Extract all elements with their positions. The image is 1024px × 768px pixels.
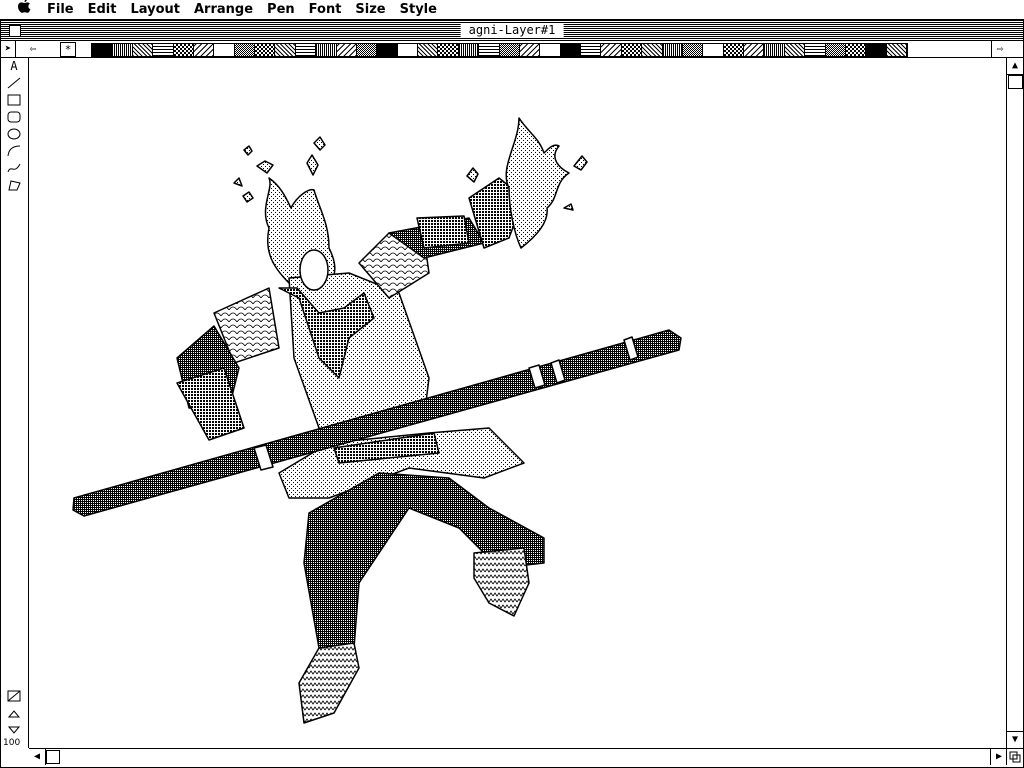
- scroll-left-icon[interactable]: ◀: [29, 749, 46, 765]
- tool-palette: A 100: [1, 58, 29, 748]
- vertical-scrollbar[interactable]: ▲ ▼: [1006, 58, 1023, 748]
- zoom-out-icon[interactable]: [4, 722, 24, 738]
- title-bar[interactable]: agni-Layer#1: [1, 21, 1023, 41]
- text-tool[interactable]: A: [4, 58, 24, 74]
- menu-pen[interactable]: Pen: [260, 0, 302, 19]
- zoom-in-icon[interactable]: [4, 706, 24, 722]
- menu-layout[interactable]: Layout: [123, 0, 187, 19]
- oval-tool-icon[interactable]: [4, 126, 24, 142]
- line-tool-icon[interactable]: [4, 75, 24, 91]
- freehand-tool-icon[interactable]: [4, 160, 24, 176]
- arc-tool-icon[interactable]: [4, 143, 24, 159]
- menu-file[interactable]: File: [40, 0, 81, 19]
- document-window: agni-Layer#1 ➤ ⇦ * ⇨ A 100 ▲ ▼ ◀ ▶: [0, 20, 1024, 768]
- pattern-palette: ➤ ⇦ * ⇨: [1, 41, 1023, 58]
- apple-menu-icon[interactable]: [14, 0, 34, 20]
- vertical-scroll-thumb[interactable]: [1008, 75, 1023, 89]
- pattern-none[interactable]: *: [60, 42, 76, 57]
- zoom-level: 100: [3, 738, 21, 748]
- scroll-right-icon[interactable]: ▶: [990, 749, 1007, 765]
- pattern-swatches[interactable]: [91, 43, 908, 57]
- pattern-scroll-right-icon[interactable]: ⇨: [991, 41, 1008, 57]
- menu-edit[interactable]: Edit: [81, 0, 124, 19]
- pattern-scroll-left-icon[interactable]: ⇦: [25, 41, 41, 57]
- resize-grip-icon[interactable]: [1006, 748, 1023, 765]
- menu-style[interactable]: Style: [393, 0, 444, 19]
- scroll-down-icon[interactable]: ▼: [1007, 731, 1023, 748]
- rounded-rectangle-tool-icon[interactable]: [4, 109, 24, 125]
- polygon-tool-icon[interactable]: [4, 177, 24, 193]
- window-title: agni-Layer#1: [460, 23, 564, 38]
- menu-size[interactable]: Size: [348, 0, 392, 19]
- rectangle-tool-icon[interactable]: [4, 92, 24, 108]
- drawing-canvas[interactable]: [29, 58, 1006, 748]
- menu-arrange[interactable]: Arrange: [187, 0, 260, 19]
- reshape-tool-icon[interactable]: [4, 688, 24, 704]
- menu-bar: File Edit Layout Arrange Pen Font Size S…: [0, 0, 1024, 20]
- close-box[interactable]: [9, 25, 21, 37]
- horizontal-scrollbar[interactable]: ◀ ▶: [29, 748, 1006, 765]
- horizontal-scroll-thumb[interactable]: [46, 750, 60, 764]
- scroll-up-icon[interactable]: ▲: [1007, 58, 1023, 75]
- menu-font[interactable]: Font: [302, 0, 349, 19]
- pointer-icon[interactable]: ➤: [1, 41, 16, 57]
- character-illustration: [72, 117, 682, 724]
